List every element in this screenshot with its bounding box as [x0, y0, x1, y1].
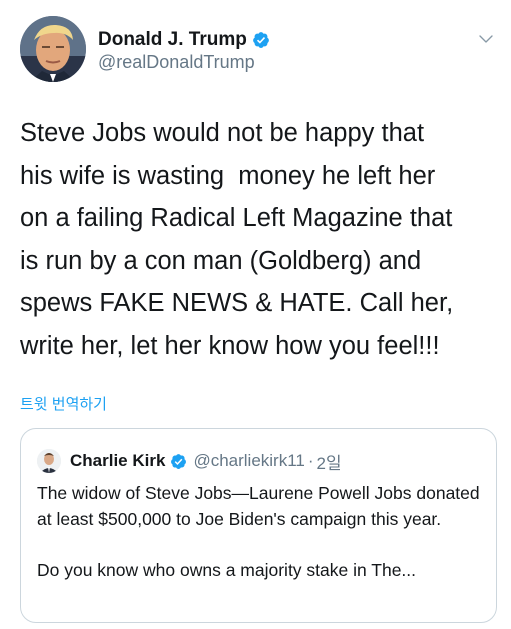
- author-display-name[interactable]: Donald J. Trump: [98, 29, 247, 51]
- quoted-avatar-image: [37, 449, 61, 473]
- tweet: Donald J. Trump @realDonaldTrump Steve J…: [0, 0, 511, 629]
- tweet-text: Steve Jobs would not be happy that his w…: [20, 119, 454, 360]
- quoted-separator: ·: [307, 451, 314, 470]
- quoted-text-paragraph-1: The widow of Steve Jobs—Laurene Powell J…: [37, 483, 480, 529]
- chevron-down-icon[interactable]: [477, 30, 495, 48]
- quoted-tweet-text: The widow of Steve Jobs—Laurene Powell J…: [37, 481, 482, 583]
- avatar-image: [20, 16, 86, 82]
- author-handle[interactable]: @realDonaldTrump: [98, 52, 255, 73]
- quoted-tweet-card[interactable]: Charlie Kirk @charliekirk11 · 2일 The wid…: [20, 428, 497, 623]
- quoted-author-handle: @charliekirk11: [193, 451, 305, 470]
- translate-tweet-link[interactable]: 트윗 번역하기: [20, 393, 107, 414]
- verified-badge-icon: [171, 453, 187, 469]
- quoted-author-display-name: Charlie Kirk: [70, 451, 166, 470]
- quoted-text-paragraph-2: Do you know who owns a majority stake in…: [37, 559, 417, 580]
- avatar[interactable]: [20, 16, 86, 82]
- author-name-row[interactable]: Donald J. Trump: [98, 28, 270, 52]
- quoted-timestamp: 2일: [316, 453, 342, 473]
- verified-badge-icon: [252, 32, 269, 48]
- quoted-tweet-header: Charlie Kirk @charliekirk11 · 2일: [70, 449, 342, 473]
- quoted-author-avatar: [37, 449, 61, 473]
